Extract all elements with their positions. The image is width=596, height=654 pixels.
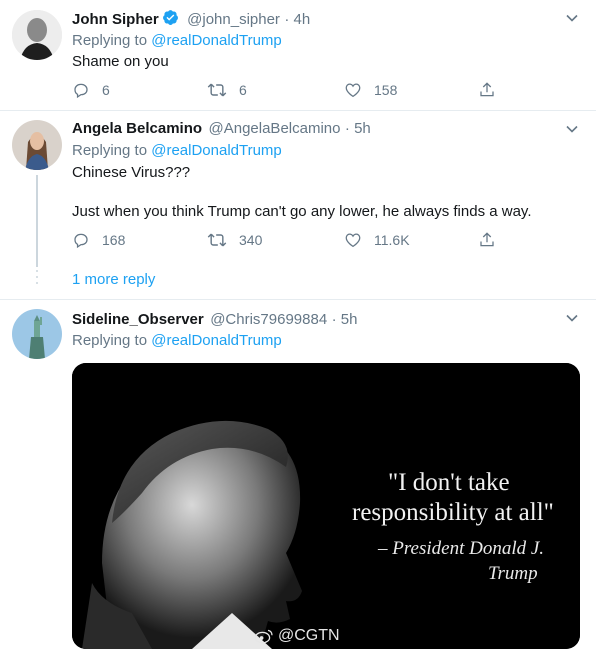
avatar[interactable] — [12, 10, 62, 60]
tweet-media-image[interactable]: "I don't take responsibility at all" – P… — [72, 363, 580, 649]
retweet-count: 340 — [239, 232, 263, 248]
heart-icon — [345, 233, 361, 248]
mention-link[interactable]: @realDonaldTrump — [151, 32, 282, 49]
tweet-actions: 6 6 158 — [72, 81, 502, 101]
more-replies-link[interactable]: 1 more reply — [72, 271, 155, 288]
share-button[interactable] — [478, 81, 508, 99]
tweet-angela-belcamino[interactable]: Angela Belcamino @AngelaBelcamino · 5h R… — [0, 111, 596, 299]
reply-count: 6 — [102, 82, 110, 98]
share-icon — [480, 232, 494, 247]
weibo-icon — [254, 629, 273, 644]
avatar[interactable] — [12, 120, 62, 170]
chevron-down-icon[interactable] — [564, 121, 580, 137]
reply-icon — [74, 83, 88, 99]
retweet-icon — [207, 233, 227, 247]
attribution-line-2: Trump — [488, 563, 538, 584]
tweet-text-line-1: Chinese Virus??? — [72, 164, 191, 181]
avatar[interactable] — [12, 309, 62, 359]
attribution-line-1: – President Donald J. — [378, 538, 545, 559]
user-name[interactable]: Angela Belcamino — [72, 120, 202, 137]
user-name[interactable]: John Sipher — [72, 11, 159, 28]
reply-button[interactable]: 168 — [72, 231, 125, 249]
mention-link[interactable]: @realDonaldTrump — [151, 142, 282, 159]
tweet-text-line-2: Just when you think Trump can't go any l… — [72, 203, 532, 220]
tweet-time[interactable]: · 4h — [284, 11, 310, 28]
user-name[interactable]: Sideline_Observer — [72, 311, 204, 328]
like-count: 11.6K — [374, 232, 410, 248]
retweet-button[interactable]: 340 — [207, 231, 262, 249]
replying-to: Replying to @realDonaldTrump — [72, 32, 282, 49]
share-icon — [480, 82, 494, 97]
watermark: @CGTN — [254, 627, 340, 645]
thread-dots — [36, 270, 38, 284]
retweet-count: 6 — [239, 82, 247, 98]
reply-count: 168 — [102, 232, 126, 248]
quote-line-1: "I don't take — [388, 469, 510, 496]
tweet-text: Shame on you — [72, 53, 169, 70]
heart-icon — [345, 83, 361, 98]
chevron-down-icon[interactable] — [564, 10, 580, 26]
quote-line-2: responsibility at all" — [352, 499, 554, 526]
retweet-button[interactable]: 6 — [207, 81, 247, 99]
tweet-actions: 168 340 11.6K — [72, 231, 502, 251]
replying-to: Replying to @realDonaldTrump — [72, 142, 282, 159]
share-button[interactable] — [478, 231, 508, 249]
like-count: 158 — [374, 82, 398, 98]
watermark-text: @CGTN — [278, 627, 340, 644]
verified-badge-icon — [162, 9, 179, 31]
reply-icon — [74, 233, 88, 249]
tweet-time[interactable]: · 5h — [345, 120, 371, 137]
user-handle[interactable]: @john_sipher — [187, 11, 280, 28]
reply-button[interactable]: 6 — [72, 81, 110, 99]
tweet-john-sipher[interactable]: John Sipher @john_sipher · 4h Replying t… — [0, 0, 596, 110]
user-handle[interactable]: @AngelaBelcamino — [209, 120, 341, 137]
like-button[interactable]: 158 — [344, 81, 397, 99]
chevron-down-icon[interactable] — [564, 310, 580, 326]
replying-to: Replying to @realDonaldTrump — [72, 332, 282, 349]
user-handle[interactable]: @Chris79699884 — [210, 311, 327, 328]
retweet-icon — [207, 83, 227, 97]
mention-link[interactable]: @realDonaldTrump — [151, 332, 282, 349]
thread-line — [36, 175, 38, 267]
like-button[interactable]: 11.6K — [344, 231, 410, 249]
tweet-time[interactable]: · 5h — [332, 311, 358, 328]
